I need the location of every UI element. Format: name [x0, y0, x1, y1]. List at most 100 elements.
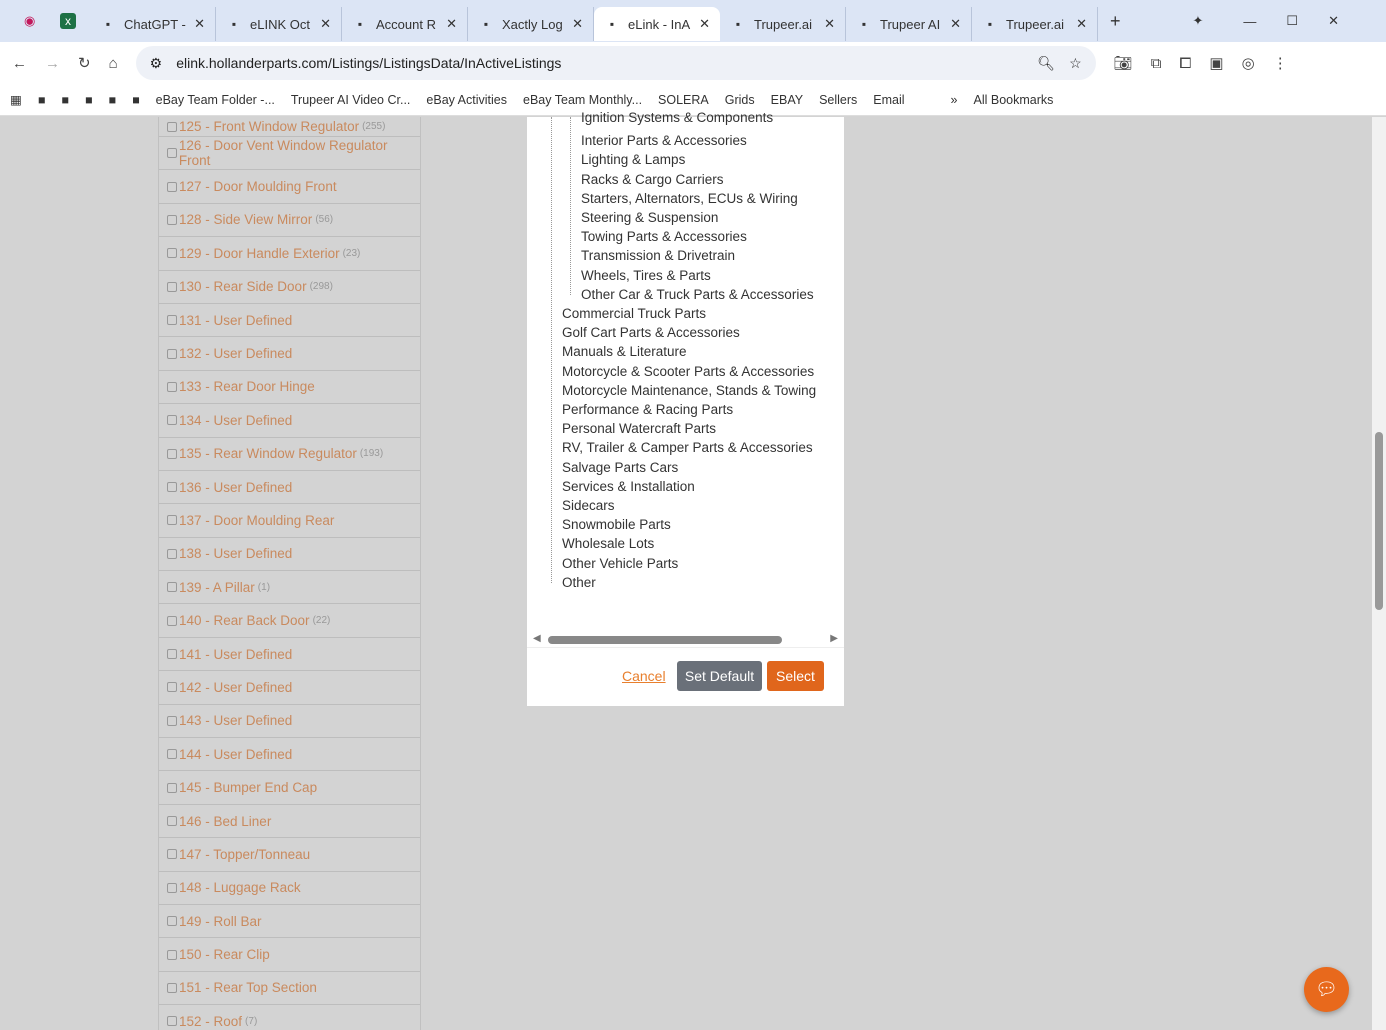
- checkbox[interactable]: [167, 381, 177, 392]
- home-icon[interactable]: ⌂: [109, 55, 118, 72]
- menu-icon[interactable]: ⋮: [1273, 54, 1288, 72]
- tab-4[interactable]: ▪ eLink - InA ✕: [594, 7, 720, 41]
- list-item[interactable]: 143 - User Defined: [159, 705, 420, 739]
- salesforce-icon[interactable]: ■: [61, 93, 69, 107]
- tree-subitem[interactable]: Steering & Suspension: [581, 210, 718, 225]
- list-item[interactable]: 128 - Side View Mirror (56): [159, 204, 420, 238]
- list-item[interactable]: 126 - Door Vent Window Regulator Front: [159, 137, 420, 171]
- tree-item[interactable]: Motorcycle Maintenance, Stands & Towing: [562, 383, 816, 398]
- tab-2[interactable]: ▪ Account R ✕: [342, 7, 468, 41]
- bookmark-item[interactable]: eBay Team Monthly...: [523, 93, 642, 107]
- bookmark-item[interactable]: Grids: [725, 93, 755, 107]
- checkbox[interactable]: [167, 348, 177, 359]
- tab-7[interactable]: ▪ Trupeer.ai ✕: [972, 7, 1098, 41]
- sharepoint-icon[interactable]: ■: [132, 93, 140, 107]
- bookmark-item[interactable]: SOLERA: [658, 93, 709, 107]
- tab-search-icon[interactable]: ▣: [1209, 54, 1223, 72]
- reload-icon[interactable]: ↻: [78, 54, 91, 72]
- tree-item[interactable]: Snowmobile Parts: [562, 517, 671, 532]
- checkbox[interactable]: [167, 1016, 177, 1027]
- site-info-icon[interactable]: ⚙: [150, 55, 163, 72]
- tree-subitem[interactable]: Wheels, Tires & Parts: [581, 268, 711, 283]
- close-tab-icon[interactable]: ✕: [446, 16, 457, 32]
- checkbox[interactable]: [167, 448, 177, 459]
- list-item[interactable]: 147 - Topper/Tonneau: [159, 838, 420, 872]
- checkbox[interactable]: [167, 682, 177, 693]
- close-tab-icon[interactable]: ✕: [950, 16, 961, 32]
- sharepoint-icon[interactable]: ■: [109, 93, 117, 107]
- list-item[interactable]: 152 - Roof (7): [159, 1005, 420, 1030]
- list-item[interactable]: 131 - User Defined: [159, 304, 420, 338]
- bookmark-item[interactable]: EBAY: [771, 93, 803, 107]
- new-tab-button[interactable]: +: [1110, 11, 1121, 32]
- checkbox[interactable]: [167, 515, 177, 526]
- scroll-right-icon[interactable]: ▶: [830, 633, 838, 644]
- tree-subitem[interactable]: Racks & Cargo Carriers: [581, 172, 724, 187]
- scrollbar-thumb[interactable]: [548, 636, 782, 644]
- zoom-icon[interactable]: 🔍︎: [1037, 55, 1055, 72]
- list-item[interactable]: 136 - User Defined: [159, 471, 420, 505]
- checkbox[interactable]: [167, 849, 177, 860]
- list-item[interactable]: 129 - Door Handle Exterior (23): [159, 237, 420, 271]
- list-item[interactable]: 148 - Luggage Rack: [159, 872, 420, 905]
- tab-0[interactable]: ▪ ChatGPT - ✕: [90, 7, 216, 41]
- list-item[interactable]: 149 - Roll Bar: [159, 905, 420, 939]
- checkbox[interactable]: [167, 214, 177, 225]
- tab-1[interactable]: ▪ eLINK Oct ✕: [216, 7, 342, 41]
- tree-item[interactable]: Other Vehicle Parts: [562, 556, 678, 571]
- tree-item[interactable]: Personal Watercraft Parts: [562, 421, 716, 436]
- page-scrollbar-thumb[interactable]: [1375, 432, 1383, 610]
- list-item[interactable]: 135 - Rear Window Regulator (193): [159, 438, 420, 471]
- list-item[interactable]: 125 - Front Window Regulator (255): [159, 117, 420, 137]
- store-icon[interactable]: ■: [85, 93, 93, 107]
- list-item[interactable]: 137 - Door Moulding Rear: [159, 504, 420, 538]
- tree-item[interactable]: Wholesale Lots: [562, 536, 654, 551]
- checkbox[interactable]: [167, 121, 177, 132]
- list-item[interactable]: 141 - User Defined: [159, 638, 420, 672]
- avatar[interactable]: ◎: [1242, 54, 1255, 72]
- close-tab-icon[interactable]: ✕: [572, 16, 583, 32]
- camera-icon[interactable]: 📷︎: [1114, 54, 1133, 72]
- tree-subitem[interactable]: Ignition Systems & Components: [581, 110, 773, 125]
- tab-3[interactable]: ▪ Xactly Log ✕: [468, 7, 594, 41]
- excel-tab-icon[interactable]: x: [60, 13, 76, 29]
- checkbox[interactable]: [167, 816, 177, 826]
- tree-item[interactable]: RV, Trailer & Camper Parts & Accessories: [562, 440, 813, 455]
- tree-item[interactable]: Golf Cart Parts & Accessories: [562, 325, 740, 340]
- checkbox[interactable]: [167, 949, 177, 960]
- gemini-icon[interactable]: ✦: [1193, 13, 1204, 29]
- checkbox[interactable]: [167, 882, 177, 893]
- checkbox[interactable]: [167, 148, 177, 159]
- bookmark-item[interactable]: Sellers: [819, 93, 857, 107]
- list-item[interactable]: 142 - User Defined: [159, 671, 420, 705]
- list-item[interactable]: 134 - User Defined: [159, 404, 420, 438]
- list-item[interactable]: 140 - Rear Back Door (22): [159, 604, 420, 638]
- checkbox[interactable]: [167, 749, 177, 760]
- checkbox[interactable]: [167, 715, 177, 726]
- tree-subitem[interactable]: Lighting & Lamps: [581, 152, 685, 167]
- tree-subitem[interactable]: Transmission & Drivetrain: [581, 248, 735, 263]
- checkbox[interactable]: [167, 415, 177, 426]
- list-item[interactable]: 132 - User Defined: [159, 337, 420, 371]
- apps-icon[interactable]: ▦: [10, 92, 22, 107]
- checkbox[interactable]: [167, 248, 177, 259]
- checkbox[interactable]: [167, 548, 177, 559]
- more-bookmarks-icon[interactable]: »: [951, 93, 958, 107]
- checkbox[interactable]: [167, 315, 177, 326]
- checkbox[interactable]: [167, 482, 177, 493]
- list-item[interactable]: 130 - Rear Side Door (298): [159, 271, 420, 304]
- puzzle-icon[interactable]: ⧠: [1179, 55, 1191, 72]
- list-item[interactable]: 144 - User Defined: [159, 738, 420, 772]
- checkbox[interactable]: [167, 982, 177, 993]
- tree-item[interactable]: Sidecars: [562, 498, 615, 513]
- tree-subitem[interactable]: Other Car & Truck Parts & Accessories: [581, 287, 814, 302]
- minimize-button[interactable]: —: [1243, 14, 1256, 29]
- tab-6[interactable]: ▪ Trupeer AI ✕: [846, 7, 972, 41]
- set-default-button[interactable]: Set Default: [677, 661, 762, 691]
- tree-item[interactable]: Other: [562, 575, 596, 590]
- list-item[interactable]: 146 - Bed Liner: [159, 805, 420, 839]
- tab-5[interactable]: ▪ Trupeer.ai ✕: [720, 7, 846, 41]
- checkbox[interactable]: [167, 181, 177, 192]
- tree-item[interactable]: Motorcycle & Scooter Parts & Accessories: [562, 364, 814, 379]
- tree-item[interactable]: Salvage Parts Cars: [562, 460, 678, 475]
